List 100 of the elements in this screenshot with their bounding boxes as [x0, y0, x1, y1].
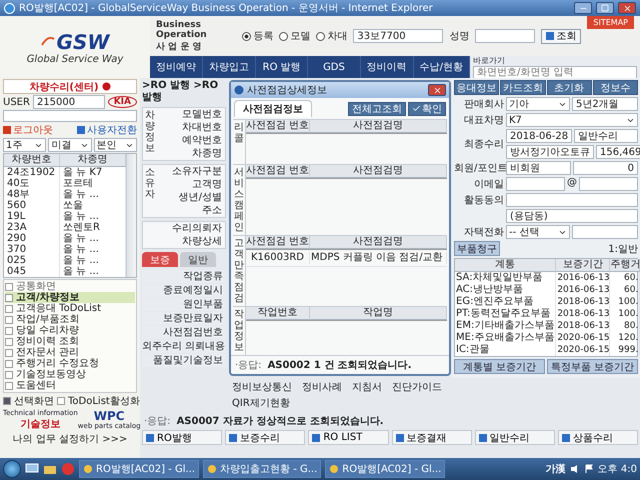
bottom-tab[interactable]: 상품수리: [558, 430, 638, 445]
close-button[interactable]: [428, 84, 446, 96]
vehicle-age-field: 5년2개월: [572, 97, 638, 111]
sitemap-link[interactable]: SITEMAP: [587, 16, 634, 29]
info-link[interactable]: 지침서: [352, 380, 382, 394]
status-message: AS0002 1 건 조회되었습니다.: [268, 359, 412, 372]
tech-info-link[interactable]: 기술정보: [20, 417, 60, 431]
form-tab[interactable]: 일반: [180, 252, 216, 267]
folder-icon[interactable]: [43, 463, 57, 475]
start-button[interactable]: [3, 460, 21, 478]
plate-cell[interactable]: 24조1902: [4, 167, 60, 178]
form-tab[interactable]: 보증: [142, 252, 178, 267]
close-button[interactable]: [618, 2, 636, 14]
toolbar-button[interactable]: 응대정보: [454, 80, 500, 95]
maximize-button[interactable]: [596, 2, 614, 14]
wpc-logo[interactable]: WPC: [94, 410, 125, 422]
confirm-button[interactable]: 확인: [408, 102, 446, 116]
menu-item[interactable]: 고객/차량정보: [5, 292, 135, 303]
field-label: 예약번호: [181, 134, 223, 147]
desktop-icon[interactable]: [25, 463, 39, 475]
flag-icon[interactable]: [584, 464, 594, 474]
table-cell: AC:냉난방부품: [455, 284, 556, 296]
menu-item[interactable]: 주행거리 수정요청: [5, 358, 135, 369]
warranty-button[interactable]: 계통별 보증기간: [454, 359, 545, 374]
filter-dropdown[interactable]: 본인: [94, 138, 137, 152]
query-all-button[interactable]: 전체고조회: [348, 102, 406, 116]
menu-item[interactable]: 도움센터: [5, 380, 135, 391]
toolbar-button[interactable]: 정보수: [592, 80, 638, 95]
search-mode-radio[interactable]: 등록: [242, 29, 274, 43]
dialog-title: 사전점검상세정보: [247, 84, 328, 97]
bottom-tab[interactable]: 보증결재: [392, 430, 472, 445]
bottom-tab[interactable]: RO발행: [142, 430, 222, 445]
warranty-button[interactable]: 특정부품 보증기간: [547, 359, 638, 374]
nav-tab[interactable]: 차량입고: [203, 56, 256, 78]
email-domain-field[interactable]: [579, 177, 638, 191]
plate-cell[interactable]: 045: [4, 266, 60, 277]
nav-tab[interactable]: 정비예약: [150, 56, 203, 78]
column-header: 차종명: [60, 154, 126, 167]
nav-tab[interactable]: RO 발행: [256, 56, 308, 78]
parts-request-button[interactable]: 부품청구: [454, 241, 500, 256]
user-id-field[interactable]: 215000: [32, 95, 105, 109]
model-dropdown[interactable]: K7: [506, 113, 638, 127]
bottom-tab[interactable]: 보증수리: [225, 430, 306, 445]
field-label: 생년/성별: [178, 191, 223, 204]
field-label: 활동동의: [463, 194, 504, 207]
my-settings-link[interactable]: 나의 업무 설정하기 >>>: [3, 432, 137, 446]
menu-item[interactable]: 기술정보동영상: [5, 369, 135, 380]
plate-cell[interactable]: 19L: [4, 211, 60, 222]
square-icon: [229, 434, 238, 442]
bottom-tab[interactable]: RO LIST: [308, 430, 389, 445]
menu-item[interactable]: 당일 수리차량: [5, 325, 135, 336]
shortcut-field[interactable]: 화면번호/화면명 입력: [473, 66, 637, 80]
field-label: 차대번호: [181, 121, 223, 134]
nav-tab[interactable]: 정비이력: [360, 56, 414, 78]
plate-cell[interactable]: 40도: [4, 178, 60, 189]
search-mode-radio[interactable]: 모델: [279, 29, 310, 43]
filter-dropdown[interactable]: 미결: [48, 138, 92, 152]
dialog-tab[interactable]: 사전점검정보: [234, 100, 312, 117]
info-link[interactable]: QIR제기현황: [232, 396, 292, 410]
info-link[interactable]: 정비보상통신: [232, 380, 292, 394]
menu-item[interactable]: 고객응대 ToDoList: [5, 303, 135, 314]
menu-item[interactable]: 정비이력 조회: [5, 336, 135, 347]
info-link[interactable]: 정비사례: [302, 380, 342, 394]
name-field[interactable]: [475, 29, 536, 43]
search-field[interactable]: 33보7700: [353, 29, 444, 43]
email-user-field[interactable]: [506, 177, 565, 191]
search-button[interactable]: 조회: [541, 28, 582, 44]
mode-button[interactable]: 차량수리(센터): [3, 79, 137, 94]
menu-item[interactable]: 전자문서 관리: [5, 347, 135, 358]
filter-dropdown[interactable]: 1주: [3, 138, 46, 152]
plate-cell[interactable]: 025: [4, 255, 60, 266]
search-mode-radio[interactable]: 차대: [316, 29, 348, 43]
logout-link[interactable]: 로그아웃: [3, 123, 53, 137]
todo-checkbox[interactable]: [57, 397, 65, 405]
consent-field[interactable]: [506, 193, 638, 207]
switch-user-link[interactable]: 사용자전환: [77, 123, 137, 137]
phone-dropdown[interactable]: -- 선택: [506, 225, 570, 239]
phone-field[interactable]: [572, 225, 638, 239]
plate-cell[interactable]: 370: [4, 244, 60, 255]
toolbar-button[interactable]: 초기화: [546, 80, 592, 95]
column-header: 차량번호: [4, 154, 60, 167]
taskbar-item[interactable]: RO발행[AC02] - Gl...: [325, 460, 446, 478]
bottom-tab[interactable]: 일반수리: [474, 430, 555, 445]
speaker-icon[interactable]: [570, 464, 580, 474]
scrollbar[interactable]: [126, 154, 136, 277]
plate-cell[interactable]: 23A: [4, 222, 60, 233]
table-cell: 100.: [610, 296, 640, 308]
plate-cell[interactable]: 560: [4, 200, 60, 211]
menu-item[interactable]: 작업/부품조회: [5, 314, 135, 325]
district-field: (용담동): [506, 209, 638, 223]
taskbar-item[interactable]: 차량입출고현황 - G...: [203, 460, 322, 478]
plate-cell[interactable]: 290: [4, 233, 60, 244]
company-dropdown[interactable]: 기아: [506, 97, 570, 111]
table-cell: 80.: [610, 320, 640, 332]
minimize-button[interactable]: [574, 2, 592, 14]
toolbar-button[interactable]: 카드조회: [500, 80, 546, 95]
taskbar-item[interactable]: RO발행[AC02] - Gl...: [79, 460, 200, 478]
info-link[interactable]: 진단가이드: [392, 380, 442, 394]
plate-cell[interactable]: 48부: [4, 189, 60, 200]
nav-tab[interactable]: GDS: [308, 56, 361, 78]
